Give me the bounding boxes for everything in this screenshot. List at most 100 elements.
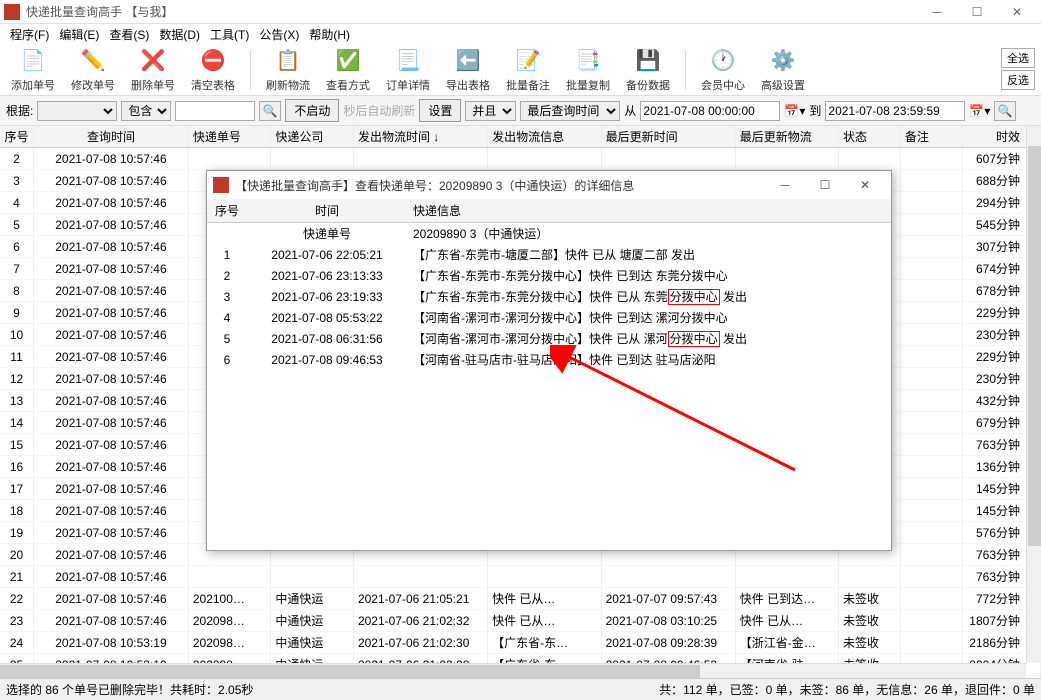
dialog-close-button[interactable]: ✕ [845,178,885,192]
table-row[interactable]: 242021-07-08 10:53:19202098…中通快运2021-07-… [0,632,1041,654]
toolbar-icon: ⛔ [199,47,227,75]
toolbar-批量复制[interactable]: 📑 批量复制 [561,47,615,93]
grid-header[interactable]: 快递公司 [271,126,354,148]
root-select[interactable] [37,101,117,121]
toolbar-删除单号[interactable]: ❌ 删除单号 [126,47,180,93]
toolbar-修改单号[interactable]: ✏️ 修改单号 [66,47,120,93]
search-button[interactable]: 🔍 [259,101,281,121]
table-row[interactable]: 222021-07-08 10:57:46202100…中通快运2021-07-… [0,588,1041,610]
detail-row[interactable]: 52021-07-08 06:31:56【河南省-漯河市-漯河分拨中心】快件 已… [207,328,891,349]
menu-item[interactable]: 查看(S) [105,26,153,43]
menu-item[interactable]: 帮助(H) [305,26,354,43]
toolbar-label: 批量备注 [506,77,550,93]
nostart-button[interactable]: 不启动 [285,99,339,122]
toolbar-label: 添加单号 [11,77,55,93]
menu-item[interactable]: 编辑(E) [55,26,103,43]
table-row[interactable]: 232021-07-08 10:57:46202098…中通快运2021-07-… [0,610,1041,632]
toolbar-清空表格[interactable]: ⛔ 清空表格 [186,47,240,93]
app-icon [4,4,20,20]
grid-header[interactable]: 备注 [900,126,962,148]
app-icon [213,177,229,193]
toolbar-备份数据[interactable]: 💾 备份数据 [621,47,675,93]
toolbar-label: 查看方式 [326,77,370,93]
grid-header[interactable]: 最后更新物流 [735,126,838,148]
grid-header[interactable]: 序号 [0,126,34,148]
menu-item[interactable]: 工具(T) [206,26,253,43]
toolbar-icon: 📋 [274,47,302,75]
highlight-text: 分拨中心 [668,289,720,305]
toolbar-订单详情[interactable]: 📃订单详情 [381,47,435,93]
toolbar-label: 删除单号 [131,77,175,93]
toolbar-查看方式[interactable]: ✅查看方式 [321,47,375,93]
dialog-maximize-button[interactable]: ☐ [805,178,845,192]
vertical-scrollbar[interactable] [1026,126,1041,663]
lastquery-select[interactable]: 最后查询时间 [520,101,620,121]
menu-bar: 程序(F)编辑(E)查看(S)数据(D)工具(T)公告(X)帮助(H) [0,24,1041,44]
detail-dialog: 【快递批量查询高手】查看快递单号：20209890 3（中通快运）的详细信息 ─… [206,170,892,551]
search-input[interactable] [175,101,255,121]
toolbar-会员中心[interactable]: 🕐会员中心 [696,47,750,93]
toolbar-导出表格[interactable]: ⬅️导出表格 [441,47,495,93]
window-titlebar: 快递批量查询高手 【与我】 ─ ☐ ✕ [0,0,1041,24]
toolbar-批量备注[interactable]: 📝 批量备注 [501,47,555,93]
toolbar-icon: 📄 [19,47,47,75]
toolbar-高级设置[interactable]: ⚙️高级设置 [756,47,810,93]
grid-header[interactable]: 发出物流信息 [488,126,602,148]
grid-header[interactable]: 发出物流时间 ↓ [353,126,487,148]
detail-row[interactable]: 42021-07-08 05:53:22【河南省-漯河市-漯河分拨中心】快件 已… [207,307,891,328]
toolbar-label: 修改单号 [71,77,115,93]
toolbar-label: 会员中心 [701,77,745,93]
maximize-button[interactable]: ☐ [957,1,997,23]
detail-table: 序号 时间 快递信息 快递单号 20209890 3（中通快运） 12021-0… [207,199,891,370]
toolbar-icon: ✏️ [79,47,107,75]
toolbar-label: 导出表格 [446,77,490,93]
toolbar-icon: 📃 [394,47,422,75]
menu-item[interactable]: 程序(F) [6,26,53,43]
root-label: 根据: [6,102,33,119]
dialog-minimize-button[interactable]: ─ [765,178,805,192]
toolbar-icon: 💾 [634,47,662,75]
toolbar-label: 批量复制 [566,77,610,93]
to-label: 到 [809,102,821,119]
select-all-button[interactable]: 全选 [1001,48,1035,68]
calendar-icon[interactable]: 📅▾ [784,104,805,118]
detail-row[interactable]: 62021-07-08 09:46:53【河南省-驻马店市-驻马店泌阳】快件 已… [207,349,891,370]
menu-item[interactable]: 公告(X) [255,26,303,43]
grid-header[interactable]: 查询时间 [34,126,189,148]
detail-row[interactable]: 12021-07-06 22:05:21【广东省-东莞市-塘厦二部】快件 已从 … [207,244,891,265]
toolbar-label: 备份数据 [626,77,670,93]
toolbar-icon: ❌ [139,47,167,75]
detail-row[interactable]: 32021-07-06 23:19:33【广东省-东莞市-东莞分拨中心】快件 已… [207,286,891,307]
grid-header[interactable]: 快递单号 [188,126,271,148]
toolbar-刷新物流[interactable]: 📋 刷新物流 [261,47,315,93]
close-button[interactable]: ✕ [997,1,1037,23]
toolbar-label: 清空表格 [191,77,235,93]
calendar-icon[interactable]: 📅▾ [969,104,990,118]
toolbar-icon: 📝 [514,47,542,75]
status-right: 共：112 单，已签：0 单，未签：86 单，无信息：26 单，退回件：0 单 [659,681,1035,698]
subheader-row: 快递单号 20209890 3（中通快运） [207,223,891,245]
menu-item[interactable]: 数据(D) [155,26,204,43]
grid-header[interactable]: 最后更新时间 [601,126,735,148]
table-row[interactable]: 22021-07-08 10:57:46607分钟 [0,148,1041,170]
invert-select-button[interactable]: 反选 [1001,70,1035,90]
settings-button[interactable]: 设置 [419,99,461,122]
detail-row[interactable]: 22021-07-06 23:13:33【广东省-东莞市-东莞分拨中心】快件 已… [207,265,891,286]
grid-header[interactable]: 状态 [838,126,900,148]
filter-search-button[interactable]: 🔍 [994,101,1016,121]
toolbar-label: 刷新物流 [266,77,310,93]
contain-select[interactable]: 包含 [121,101,171,121]
minimize-button[interactable]: ─ [917,1,957,23]
and-select[interactable]: 并且 [465,101,516,121]
col-seq: 序号 [207,199,247,223]
table-row[interactable]: 212021-07-08 10:57:46763分钟 [0,566,1041,588]
dialog-title: 【快递批量查询高手】查看快递单号：20209890 3（中通快运）的详细信息 [235,177,765,194]
toolbar-icon: 📑 [574,47,602,75]
window-title: 快递批量查询高手 【与我】 [26,3,917,20]
date-from-input[interactable] [640,101,780,121]
dialog-titlebar[interactable]: 【快递批量查询高手】查看快递单号：20209890 3（中通快运）的详细信息 ─… [207,171,891,199]
col-info: 快递信息 [407,199,891,223]
toolbar-添加单号[interactable]: 📄 添加单号 [6,47,60,93]
horizontal-scrollbar[interactable] [0,663,1026,678]
date-to-input[interactable] [825,101,965,121]
